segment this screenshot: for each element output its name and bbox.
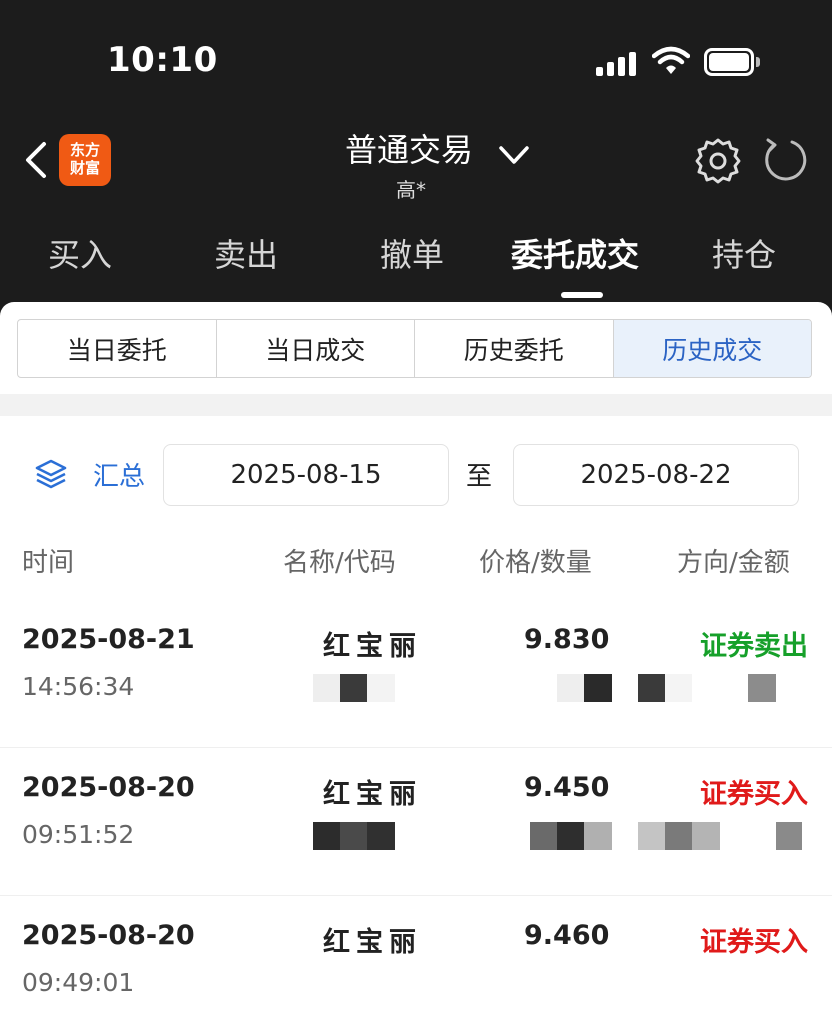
- subtab-history-orders[interactable]: 历史委托: [415, 320, 614, 377]
- trade-price: 9.450: [524, 772, 610, 803]
- status-time: 10:10: [107, 40, 218, 80]
- table-header: 时间 名称/代码 价格/数量 方向/金额: [0, 542, 832, 582]
- redacted-code: [313, 674, 395, 702]
- stock-name: 红宝丽: [323, 779, 422, 810]
- subtab-today-orders[interactable]: 当日委托: [18, 320, 217, 377]
- col-price-qty: 价格/数量: [479, 548, 592, 578]
- table-row[interactable]: 2025-08-21 14:56:34 红宝丽 9.830 证券卖出: [0, 600, 832, 748]
- layers-icon[interactable]: [34, 458, 68, 492]
- tab-orders-trades[interactable]: 委托成交: [511, 230, 639, 286]
- col-direction-amount: 方向/金额: [677, 548, 790, 578]
- trade-direction: 证券买入: [700, 927, 808, 958]
- col-time: 时间: [22, 548, 75, 578]
- redacted-quantity: [530, 674, 612, 702]
- subtab-history-trades[interactable]: 历史成交: [613, 320, 811, 377]
- trade-time: 09:51:52: [22, 820, 135, 849]
- sub-tab-segment: 当日委托 当日成交 历史委托 历史成交: [17, 319, 812, 378]
- trade-time: 14:56:34: [22, 672, 135, 701]
- redacted-quantity: [530, 822, 612, 850]
- gear-icon[interactable]: [693, 136, 743, 186]
- divider-band: [0, 394, 832, 416]
- main-tab-bar: 买入 卖出 撤单 委托成交 持仓: [0, 230, 832, 300]
- trade-direction: 证券买入: [700, 779, 808, 810]
- table-row[interactable]: 2025-08-20 09:49:01 红宝丽 9.460 证券买入: [0, 896, 832, 1024]
- account-name: 高*: [396, 178, 426, 202]
- date-filter: 汇总 2025-08-15 至 2025-08-22: [0, 442, 832, 508]
- subtab-today-trades[interactable]: 当日成交: [217, 320, 415, 377]
- trade-price: 9.460: [524, 920, 610, 951]
- trade-date: 2025-08-20: [22, 920, 195, 951]
- tab-cancel[interactable]: 撤单: [380, 230, 444, 286]
- trade-price: 9.830: [524, 624, 610, 655]
- trade-time: 09:49:01: [22, 968, 135, 997]
- back-arrow-icon[interactable]: [20, 140, 50, 180]
- redacted-code: [313, 822, 395, 850]
- stock-name: 红宝丽: [323, 631, 422, 662]
- cellular-signal-icon: [596, 52, 640, 76]
- end-date-field[interactable]: 2025-08-22: [513, 444, 799, 506]
- content-panel: 当日委托 当日成交 历史委托 历史成交 汇总 2025-08-15 至 2025…: [0, 302, 832, 1024]
- wifi-icon: [652, 46, 690, 74]
- redacted-amount-tail: [748, 674, 776, 702]
- trade-date: 2025-08-21: [22, 624, 195, 655]
- table-row[interactable]: 2025-08-20 09:51:52 红宝丽 9.450 证券买入: [0, 748, 832, 896]
- trade-direction: 证券卖出: [700, 631, 808, 662]
- active-tab-indicator: [561, 292, 603, 298]
- redacted-amount: [638, 822, 720, 850]
- trade-date: 2025-08-20: [22, 772, 195, 803]
- redacted-amount-tail: [776, 822, 802, 850]
- chevron-down-icon[interactable]: [497, 140, 531, 170]
- col-name-code: 名称/代码: [283, 548, 396, 578]
- date-range-separator: 至: [466, 462, 493, 492]
- tab-buy[interactable]: 买入: [48, 230, 112, 286]
- refresh-icon[interactable]: [762, 136, 808, 182]
- redacted-amount: [638, 674, 692, 702]
- status-bar: 10:10: [0, 0, 832, 110]
- stock-name: 红宝丽: [323, 927, 422, 958]
- page-title[interactable]: 普通交易: [345, 125, 473, 171]
- start-date-field[interactable]: 2025-08-15: [163, 444, 449, 506]
- battery-icon: [704, 48, 760, 76]
- tab-sell[interactable]: 卖出: [214, 230, 278, 286]
- eastmoney-logo: 东方 财富: [59, 134, 111, 186]
- tab-positions[interactable]: 持仓: [712, 230, 776, 286]
- summary-link[interactable]: 汇总: [93, 456, 145, 493]
